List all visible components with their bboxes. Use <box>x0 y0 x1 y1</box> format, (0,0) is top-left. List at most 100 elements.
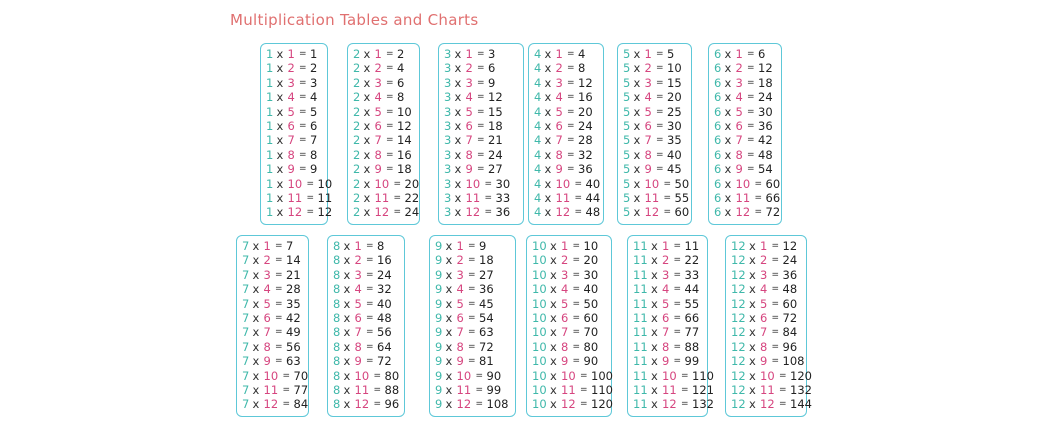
product: 14 <box>397 133 412 148</box>
equals-symbol: = <box>673 356 682 367</box>
table-row: 5 x 5 = 25 <box>618 105 691 119</box>
product: 40 <box>667 147 682 162</box>
table-row: 7 x 2 = 14 <box>237 253 308 267</box>
times-symbol: x <box>550 354 557 369</box>
equals-symbol: = <box>275 341 283 352</box>
times-symbol: x <box>651 282 658 297</box>
multiplicand: 6 <box>714 133 722 148</box>
multiplicand: 4 <box>534 162 542 177</box>
multiplier: 2 <box>662 253 670 268</box>
table-card-8: 8 x 1 = 8 8 x 2 = 16 8 x 3 = 24 8 x 4 = 32 8 x 5 = 40 8 x 6 = 48 8 x 7 = 5… <box>327 235 405 417</box>
multiplicand: 2 <box>353 61 361 76</box>
product: 44 <box>585 190 601 205</box>
table-card-2: 2 x 1 = 2 2 x 2 = 4 2 x 3 = 6 2 x 4 = 8 2 x 5 = 10 2 x 6 = 12 2 x 7 = 14 2 x… <box>347 43 420 225</box>
times-symbol: x <box>550 397 557 412</box>
multiplier: 10 <box>760 368 775 383</box>
product: 56 <box>377 325 392 340</box>
multiplier: 12 <box>760 397 775 412</box>
times-symbol: x <box>343 296 351 311</box>
times-symbol: x <box>651 354 658 369</box>
product: 12 <box>578 75 593 90</box>
table-row: 3 x 4 = 12 <box>439 90 523 104</box>
equals-symbol: = <box>468 298 476 309</box>
table-row: 7 x 12 = 84 <box>237 397 308 411</box>
multiplier: 11 <box>760 382 775 397</box>
product: 36 <box>782 267 798 282</box>
times-symbol: x <box>363 176 371 191</box>
equals-symbol: = <box>475 384 484 395</box>
table-row: 10 x 10 = 100 <box>527 369 613 383</box>
multiplier: 8 <box>263 339 271 354</box>
equals-symbol: = <box>663 178 672 189</box>
multiplier: 10 <box>374 176 390 191</box>
times-symbol: x <box>749 368 756 383</box>
multiplier: 8 <box>760 339 768 354</box>
multiplicand: 10 <box>532 397 547 412</box>
equals-symbol: = <box>747 120 755 131</box>
table-card-11: 11 x 1 = 11 11 x 2 = 22 11 x 3 = 33 11 x 4 = 44 11 x 5 = 55 11 x 6 =… <box>627 235 714 417</box>
equals-symbol: = <box>468 341 476 352</box>
table-card-1: 1 x 1 = 1 1 x 2 = 2 1 x 3 = 3 1 x 4 = 4 1 x 5 = 5 1 x 6 = 6 1 x 7 = 7 1 x 8 = 8… <box>260 43 332 225</box>
product: 48 <box>782 282 798 297</box>
times-symbol: x <box>454 75 462 90</box>
multiplier: 11 <box>735 190 751 205</box>
multiplier: 3 <box>456 267 464 282</box>
equals-symbol: = <box>663 207 672 218</box>
multiplicand: 1 <box>266 90 274 105</box>
equals-symbol: = <box>366 327 374 338</box>
table-row: 5 x 12 = 60 <box>618 205 691 219</box>
multiplicand: 11 <box>633 325 648 340</box>
table-row: 6 x 11 = 66 <box>709 191 781 205</box>
equals-symbol: = <box>366 269 374 280</box>
equals-symbol: = <box>574 178 583 189</box>
multiplier: 1 <box>354 239 362 253</box>
product: 11 <box>317 190 333 205</box>
times-symbol: x <box>454 61 462 76</box>
equals-symbol: = <box>299 49 307 59</box>
times-symbol: x <box>454 205 462 220</box>
equals-symbol: = <box>572 341 581 352</box>
times-symbol: x <box>550 325 557 340</box>
product: 40 <box>583 282 599 297</box>
table-row: 9 x 12 = 108 <box>430 397 515 411</box>
equals-symbol: = <box>484 178 493 189</box>
table-row: 4 x 3 = 12 <box>529 76 603 90</box>
multiplier: 6 <box>644 118 652 133</box>
product: 99 <box>486 382 502 397</box>
product: 88 <box>684 339 700 354</box>
times-symbol: x <box>276 75 284 90</box>
table-row: 3 x 12 = 36 <box>439 205 523 219</box>
table-row: 3 x 8 = 24 <box>439 148 523 162</box>
multiplier: 1 <box>374 47 382 61</box>
multiplicand: 1 <box>266 190 274 205</box>
equals-symbol: = <box>468 312 476 323</box>
product: 24 <box>782 253 798 268</box>
equals-symbol: = <box>468 284 476 295</box>
multiplier: 3 <box>561 267 569 282</box>
equals-symbol: = <box>656 92 664 103</box>
multiplicand: 1 <box>266 147 274 162</box>
multiplier: 3 <box>555 75 563 90</box>
table-card-10: 10 x 1 = 10 10 x 2 = 20 10 x 3 = 30 10 x 4 = 40 10 x 5 = 50 10 x 6 =… <box>526 235 613 417</box>
product: 12 <box>317 205 333 220</box>
product: 15 <box>667 75 682 90</box>
table-card-12: 12 x 1 = 12 12 x 2 = 24 12 x 3 = 36 12 x 4 = 48 12 x 5 = 60 12 x 6 =… <box>725 235 812 417</box>
times-symbol: x <box>651 382 658 397</box>
multiplicand: 3 <box>444 47 452 61</box>
multiplicand: 3 <box>444 133 452 148</box>
product: 63 <box>479 325 494 340</box>
times-symbol: x <box>550 253 557 268</box>
product: 30 <box>495 176 511 191</box>
times-symbol: x <box>445 368 453 383</box>
equals-symbol: = <box>275 298 283 309</box>
multiplier: 2 <box>644 61 652 76</box>
equals-symbol: = <box>477 63 485 74</box>
multiplier: 6 <box>555 118 563 133</box>
multiplicand: 5 <box>623 190 631 205</box>
multiplicand: 12 <box>731 310 746 325</box>
times-symbol: x <box>651 310 658 325</box>
table-row: 12 x 9 = 108 <box>726 354 806 368</box>
equals-symbol: = <box>484 207 493 218</box>
multiplicand: 12 <box>731 282 746 297</box>
product: 20 <box>404 176 420 191</box>
